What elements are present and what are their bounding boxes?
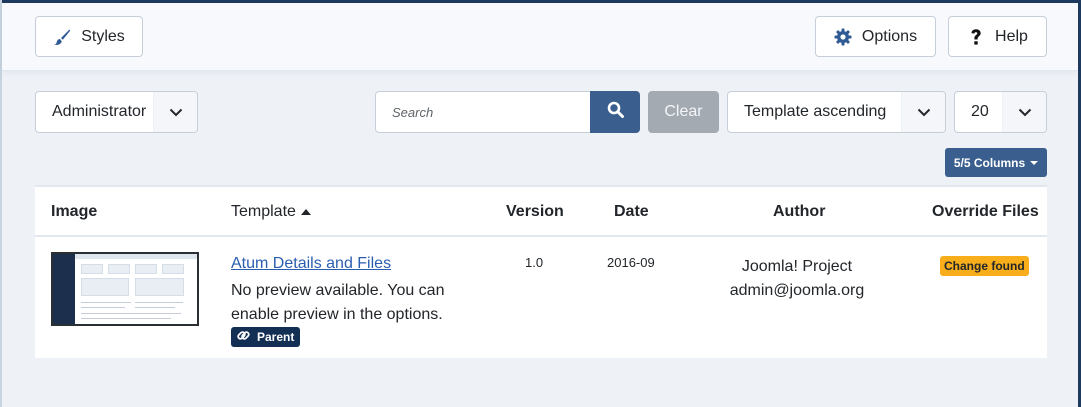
options-button[interactable]: Options [815, 16, 936, 57]
list-limit-value: 20 [971, 103, 989, 120]
template-date: 2016-09 [607, 255, 655, 270]
help-button[interactable]: Help [948, 16, 1047, 57]
client-select[interactable]: Administrator [35, 91, 198, 133]
template-version: 1.0 [525, 255, 544, 270]
column-header-override-files: Override Files [932, 203, 1039, 220]
template-author: Joomla! Project admin@joomla.org [707, 255, 887, 303]
client-select-value: Administrator [52, 103, 147, 120]
column-header-date: Date [614, 203, 649, 220]
chevron-down-icon [901, 92, 945, 132]
column-header-template-label: Template [231, 203, 296, 220]
paint-brush-icon [53, 28, 71, 46]
column-header-template[interactable]: Template [231, 203, 311, 221]
search-button[interactable] [590, 91, 640, 133]
parent-badge: Parent [231, 327, 301, 347]
table-header: Image Template Version Date Author Overr… [35, 187, 1047, 237]
question-icon [967, 28, 985, 46]
column-header-image: Image [51, 203, 98, 220]
toolbar: Styles Options Help [2, 3, 1078, 71]
gear-icon [834, 28, 852, 46]
ordering-select-value: Template ascending [744, 103, 887, 120]
template-thumbnail[interactable] [51, 252, 199, 326]
styles-button[interactable]: Styles [35, 16, 143, 57]
options-button-label: Options [861, 27, 918, 45]
ordering-select[interactable]: Template ascending [727, 91, 946, 133]
template-details-link[interactable]: Atum Details and Files [231, 255, 391, 273]
clear-button[interactable]: Clear [648, 91, 719, 133]
author-name: Joomla! Project [741, 258, 853, 275]
styles-button-label: Styles [81, 27, 125, 45]
columns-button-label: 5/5 Columns [953, 155, 1026, 170]
author-email: admin@joomla.org [729, 282, 865, 299]
override-status-badge: Change found [940, 256, 1029, 276]
chevron-down-icon [153, 92, 197, 132]
columns-dropdown-button[interactable]: 5/5 Columns [945, 148, 1047, 177]
link-icon [237, 329, 250, 345]
parent-badge-label: Parent [257, 330, 295, 344]
clear-button-label: Clear [664, 103, 703, 120]
table-row: Atum Details and Files No preview availa… [35, 239, 1047, 360]
chevron-down-icon [1002, 92, 1046, 132]
caret-down-icon [1030, 160, 1039, 165]
search-input[interactable] [375, 91, 591, 133]
sort-ascending-icon [300, 209, 311, 215]
search-icon [607, 101, 624, 123]
column-header-version: Version [506, 203, 564, 220]
list-limit-select[interactable]: 20 [954, 91, 1047, 133]
help-button-label: Help [995, 27, 1028, 45]
template-description: No preview available. You can enable pre… [231, 282, 445, 323]
column-header-author: Author [773, 203, 826, 220]
templates-table: Image Template Version Date Author Overr… [35, 185, 1047, 358]
